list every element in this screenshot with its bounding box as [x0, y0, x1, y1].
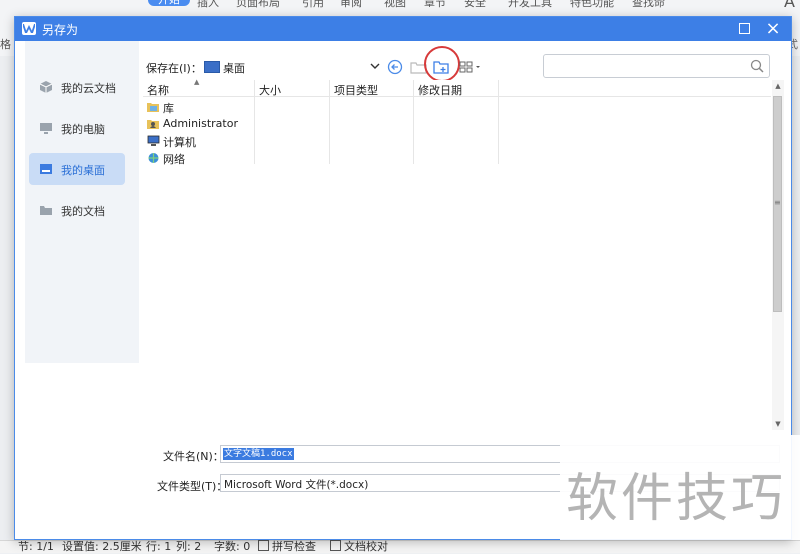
- host-tab-review[interactable]: 审阅: [340, 0, 362, 10]
- host-tab-insert[interactable]: 插入: [197, 0, 219, 10]
- list-item[interactable]: Administrator: [147, 116, 387, 132]
- wps-logo-icon: [22, 22, 36, 35]
- sidebar-item-my-desktop[interactable]: 我的桌面: [29, 153, 125, 185]
- back-button[interactable]: [386, 59, 404, 75]
- host-tab-strip: 开始 插入 页面布局 引用 审阅 视图 章节 安全 开发工具 特色功能 查找命 …: [0, 0, 800, 11]
- scroll-down-icon[interactable]: ▼: [772, 418, 784, 430]
- cloud-cube-icon: [39, 81, 53, 93]
- host-tab-chapter[interactable]: 章节: [424, 0, 446, 10]
- sidebar-item-my-computer[interactable]: 我的电脑: [29, 112, 125, 144]
- save-in-label: 保存在(I)：: [146, 62, 202, 75]
- location-dropdown[interactable]: 桌面: [204, 57, 384, 77]
- view-mode-button[interactable]: [458, 59, 484, 75]
- column-header-date[interactable]: 修改日期: [418, 82, 462, 98]
- host-tab-references[interactable]: 引用: [302, 0, 324, 10]
- search-icon[interactable]: [750, 59, 764, 73]
- location-value: 桌面: [223, 62, 245, 75]
- sidebar-item-label: 我的文档: [61, 205, 105, 218]
- chevron-down-icon: [370, 63, 380, 69]
- computer-monitor-icon: [40, 123, 52, 134]
- sidebar-item-label: 我的电脑: [61, 123, 105, 136]
- library-folder-icon: [147, 103, 159, 112]
- places-sidebar: 我的云文档 我的电脑 我的桌面 我的文档: [25, 41, 139, 363]
- host-font-size-glyph[interactable]: A: [784, 0, 795, 11]
- sidebar-item-cloud-docs[interactable]: 我的云文档: [29, 71, 125, 103]
- watermark-text: 软件技巧: [566, 469, 787, 529]
- host-tab-view[interactable]: 视图: [384, 0, 406, 10]
- scroll-up-icon[interactable]: ▲: [772, 80, 784, 92]
- list-item[interactable]: 网络: [147, 150, 387, 166]
- list-item-name: Administrator: [163, 117, 238, 130]
- list-item[interactable]: 库: [147, 99, 387, 115]
- close-button[interactable]: ×: [760, 17, 786, 41]
- list-item[interactable]: 计算机: [147, 133, 387, 149]
- column-divider: [498, 80, 499, 164]
- list-item-name: 计算机: [163, 136, 196, 149]
- sidebar-item-my-documents[interactable]: 我的文档: [29, 194, 125, 226]
- desktop-icon: [204, 61, 220, 73]
- host-tab-security[interactable]: 安全: [464, 0, 486, 10]
- filename-label: 文件名(N)：: [163, 450, 224, 463]
- sidebar-item-label: 我的桌面: [61, 164, 105, 177]
- maximize-icon: [738, 23, 750, 34]
- grip-icon: ≡: [774, 198, 781, 207]
- host-format-label: 格: [0, 38, 11, 51]
- column-header-name[interactable]: 名称: [147, 82, 169, 98]
- host-tab-developer[interactable]: 开发工具: [508, 0, 552, 10]
- host-tab-layout[interactable]: 页面布局: [236, 0, 280, 10]
- filetype-label: 文件类型(T)：: [157, 480, 228, 493]
- sort-ascending-icon: ▲: [194, 78, 200, 86]
- close-icon: ×: [765, 18, 781, 39]
- search-input[interactable]: [543, 54, 770, 78]
- desktop-icon: [40, 164, 52, 174]
- host-tab-features[interactable]: 特色功能: [570, 0, 614, 10]
- sidebar-item-label: 我的云文档: [61, 82, 116, 95]
- list-item-name: 网络: [163, 153, 185, 166]
- status-bar: 节: 1/1 设置值: 2.5厘米 行: 1 列: 2 字数: 0 拼写检查 文…: [0, 540, 800, 553]
- maximize-button[interactable]: [731, 17, 757, 41]
- list-item-name: 库: [163, 102, 174, 115]
- host-tab-home[interactable]: 开始: [148, 0, 190, 6]
- folder-icon: [40, 206, 52, 215]
- user-folder-icon: [147, 120, 159, 129]
- dialog-titlebar[interactable]: 另存为 ×: [15, 17, 791, 41]
- host-tab-search[interactable]: 查找命: [632, 0, 665, 10]
- vertical-scrollbar[interactable]: ▲ ≡ ▼: [772, 80, 784, 430]
- checkbox-icon: [258, 540, 269, 551]
- file-list-header: 名称 ▲ 大小 项目类型 修改日期: [143, 78, 771, 98]
- file-list[interactable]: 名称 ▲ 大小 项目类型 修改日期 库 Administrator 计算机 网络: [143, 78, 771, 430]
- status-spell-label: 拼写检查: [272, 540, 316, 553]
- filetype-value: Microsoft Word 文件(*.docx): [224, 479, 369, 491]
- status-proof-label: 文档校对: [344, 540, 388, 553]
- column-header-size[interactable]: 大小: [259, 82, 281, 98]
- computer-icon: [147, 135, 160, 146]
- filename-value: 文字文稿1.docx: [223, 448, 294, 460]
- column-header-type[interactable]: 项目类型: [334, 82, 378, 98]
- column-divider: [413, 80, 414, 164]
- dialog-title: 另存为: [42, 23, 79, 37]
- checkbox-icon: [330, 540, 341, 551]
- highlight-circle: [424, 46, 460, 82]
- network-icon: [148, 153, 159, 163]
